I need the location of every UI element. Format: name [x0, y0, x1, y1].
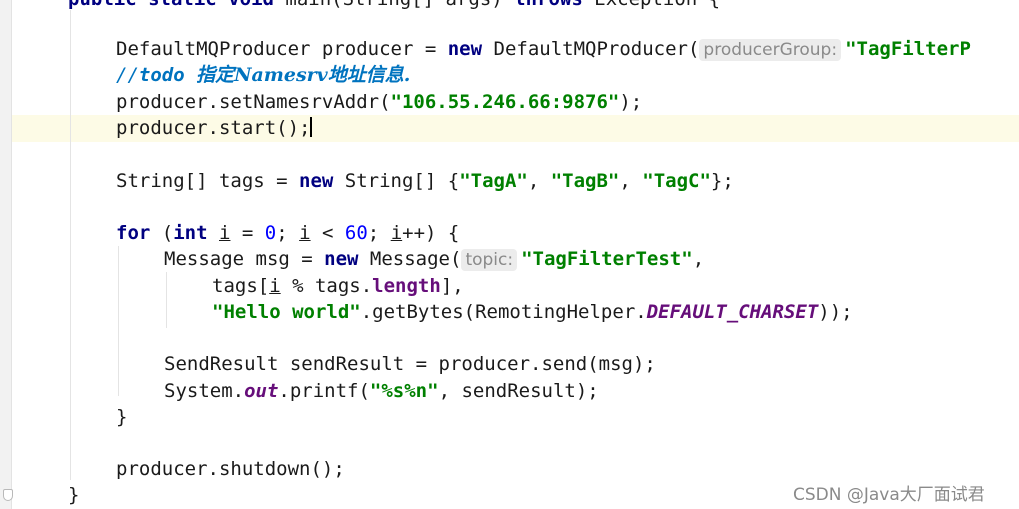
code-line-close-main: }	[68, 482, 79, 508]
code-text: ++) {	[402, 222, 460, 244]
code-text: producer.start();	[116, 117, 311, 139]
code-line-printf: System.out.printf("%s%n", sendResult);	[164, 378, 599, 404]
code-line-todo-comment: //todo 指定Namesrv地址信息.	[116, 62, 410, 88]
code-line-start: producer.start();	[116, 115, 313, 141]
string-literal: "106.55.246.66:9876"	[390, 91, 620, 113]
parameter-hint: topic:	[461, 249, 518, 271]
code-line-close-for: }	[116, 404, 127, 430]
text-cursor	[310, 117, 313, 137]
string-literal: "TagB"	[550, 170, 620, 192]
loop-variable: i	[299, 222, 311, 244]
keyword: new	[324, 248, 359, 270]
code-text: );	[619, 91, 643, 113]
code-text: Exception {	[594, 0, 720, 10]
loop-variable: i	[269, 275, 281, 297]
code-line-shutdown: producer.shutdown();	[116, 456, 345, 482]
code-text: String[] {	[333, 170, 460, 192]
string-literal: "%s%n"	[369, 380, 439, 402]
field-reference: length	[372, 275, 441, 297]
static-field: out	[244, 380, 279, 402]
code-line-hello-bytes: "Hello world".getBytes(RemotingHelper.DE…	[212, 299, 853, 325]
code-text: =	[230, 222, 265, 244]
code-text: DefaultMQProducer(	[482, 38, 700, 60]
code-text: .getBytes(RemotingHelper.	[360, 301, 647, 323]
code-text: Message(	[358, 248, 462, 270]
code-text: SendResult sendResult = producer.send(ms…	[164, 353, 656, 375]
comment: //	[116, 64, 139, 86]
parameter-hint: producerGroup:	[699, 39, 842, 61]
code-line-send: SendResult sendResult = producer.send(ms…	[164, 351, 656, 377]
todo-marker: todo	[138, 64, 185, 86]
keyword: void	[228, 0, 274, 10]
code-text: <	[310, 222, 345, 244]
comment: 指定Namesrv地址信息.	[196, 64, 411, 86]
code-text: main(String[] args)	[285, 0, 502, 10]
code-text: ,	[527, 170, 551, 192]
code-text: DefaultMQProducer producer =	[116, 38, 448, 60]
code-text: System.	[164, 380, 245, 402]
code-line-message-decl: Message msg = new Message(topic: "TagFilt…	[164, 246, 704, 272]
code-text: ));	[818, 301, 853, 323]
keyword: for	[116, 222, 151, 244]
code-text: producer.shutdown();	[116, 458, 345, 480]
string-literal: "TagFilterTest"	[521, 248, 693, 270]
code-line-tags-array: String[] tags = new String[] {"TagA", "T…	[116, 168, 734, 194]
code-line-namesrv: producer.setNamesrvAddr("106.55.246.66:9…	[116, 89, 642, 115]
code-line-for-loop: for (int i = 0; i < 60; i++) {	[116, 220, 459, 246]
code-text: tags[	[212, 275, 270, 297]
code-text: ,	[692, 248, 705, 270]
indent-guide	[70, 10, 71, 480]
number-literal: 60	[344, 222, 368, 244]
code-text: ,	[619, 170, 643, 192]
code-text: ;	[367, 222, 391, 244]
editor-gutter	[0, 0, 12, 509]
indent-guide	[118, 246, 119, 396]
loop-variable: i	[219, 222, 231, 244]
code-text: ;	[276, 222, 300, 244]
code-text: };	[710, 170, 734, 192]
string-literal: "TagC"	[642, 170, 711, 192]
number-literal: 0	[264, 222, 277, 244]
loop-variable: i	[390, 222, 403, 244]
code-text: String[] tags =	[116, 170, 300, 192]
code-line-main-signature: public static void main(String[] args) t…	[68, 0, 720, 12]
keyword: int	[173, 222, 208, 244]
code-text: producer.setNamesrvAddr(	[116, 91, 391, 113]
code-text: }	[68, 484, 80, 506]
code-line-producer-decl: DefaultMQProducer producer = new Default…	[116, 36, 971, 62]
keyword: new	[299, 170, 334, 192]
code-text: , sendResult);	[438, 380, 599, 402]
string-literal: "TagA"	[459, 170, 528, 192]
code-text: .printf(	[278, 380, 370, 402]
fold-marker-icon[interactable]	[3, 489, 13, 501]
code-text: (	[150, 222, 174, 244]
keyword: new	[447, 38, 483, 60]
code-line-tags-index: tags[i % tags.length],	[212, 273, 464, 299]
keyword: public	[68, 0, 137, 10]
keyword: throws	[514, 0, 583, 10]
string-literal: "TagFilterP	[845, 38, 971, 60]
string-literal: "Hello world"	[212, 301, 361, 323]
indent-guide	[166, 272, 167, 328]
keyword: static	[148, 0, 217, 10]
csdn-watermark: CSDN @Java大厂面试君	[793, 485, 985, 505]
code-text: ],	[440, 275, 464, 297]
static-constant: DEFAULT_CHARSET	[646, 301, 819, 323]
code-text: }	[116, 406, 128, 428]
code-text: % tags.	[280, 275, 373, 297]
code-text: Message msg =	[164, 248, 325, 270]
